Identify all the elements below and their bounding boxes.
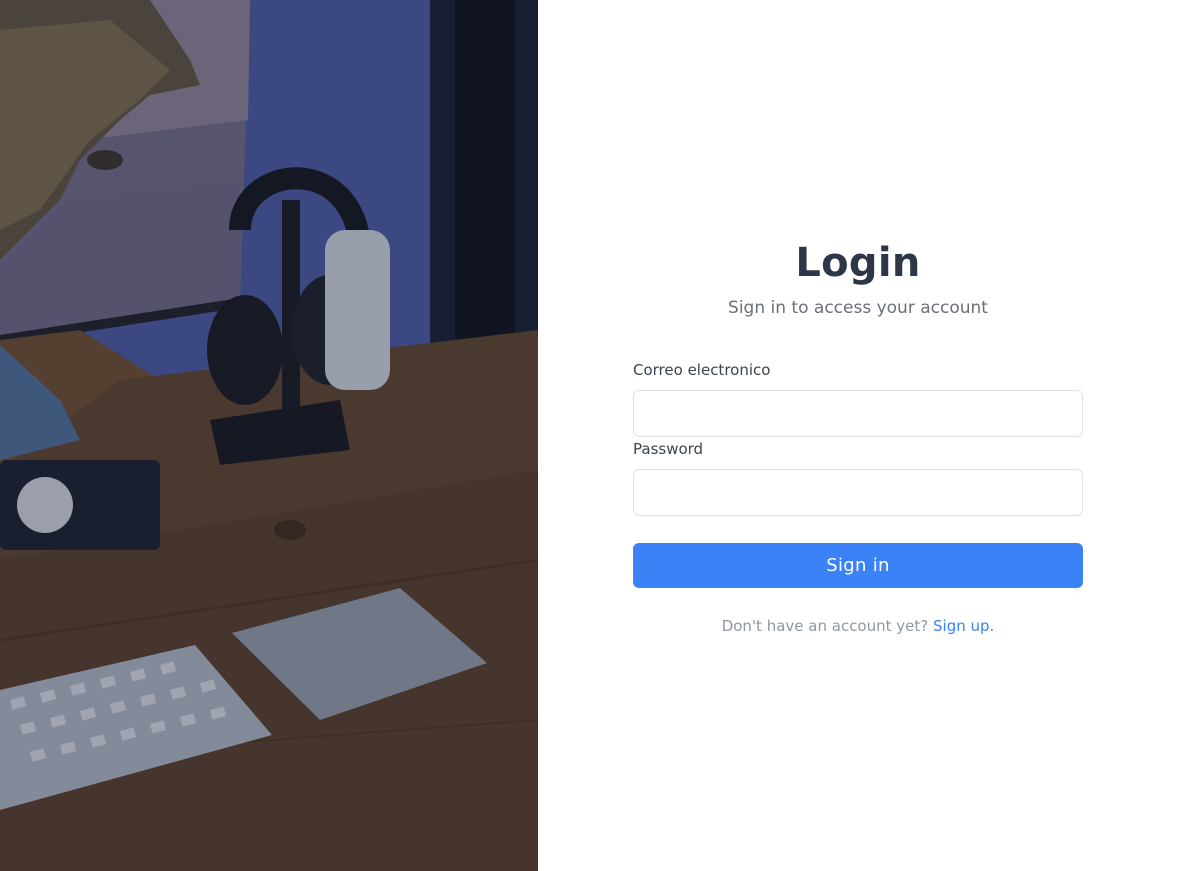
page-subtitle: Sign in to access your account [728, 298, 988, 318]
login-form: Login Sign in to access your account Cor… [633, 238, 1083, 635]
page-title: Login [795, 240, 921, 286]
sign-up-link[interactable]: Sign up. [933, 617, 994, 635]
sign-in-button[interactable]: Sign in [633, 543, 1083, 588]
email-label: Correo electronico [633, 361, 771, 379]
password-label: Password [633, 440, 704, 458]
hero-photo [0, 0, 538, 871]
signup-prompt-text: Don't have an account yet? [721, 617, 933, 635]
password-field[interactable] [633, 469, 1083, 516]
login-page: Login Sign in to access your account Cor… [0, 0, 1177, 871]
signup-prompt-line: Don't have an account yet? Sign up. [633, 617, 1083, 635]
login-panel: Login Sign in to access your account Cor… [538, 0, 1177, 871]
email-field[interactable] [633, 390, 1083, 437]
photo-dim-overlay [0, 0, 538, 871]
